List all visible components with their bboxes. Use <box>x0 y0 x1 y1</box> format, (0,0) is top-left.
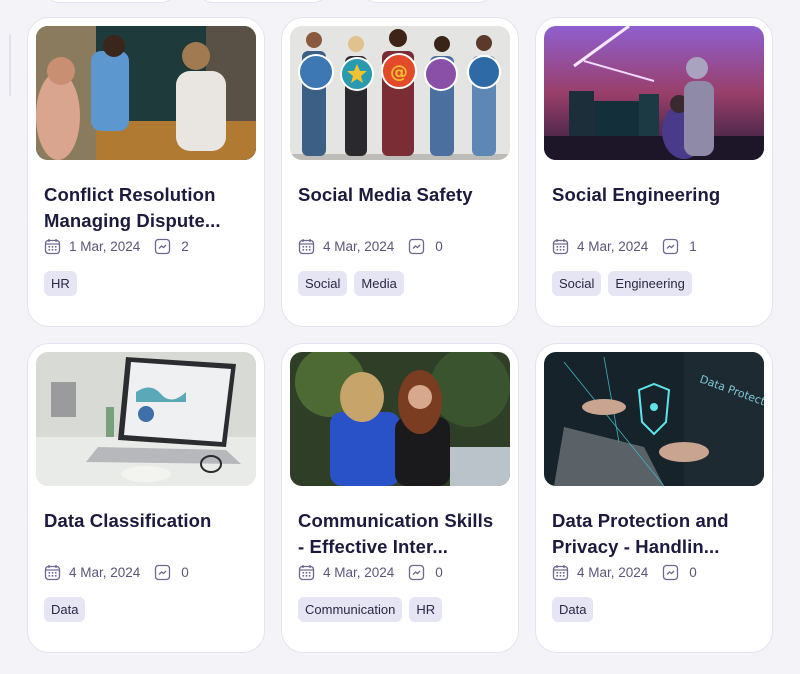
course-date: 1 Mar, 2024 <box>69 239 141 254</box>
trending-icon <box>662 564 679 581</box>
course-thumbnail <box>290 352 510 486</box>
course-card[interactable]: Data Classification 4 Mar, 2024 0 Data <box>27 343 265 653</box>
tag[interactable]: HR <box>409 597 443 622</box>
course-title: Data Protection and Privacy - Handlin... <box>552 510 729 557</box>
course-meta: 4 Mar, 2024 0 <box>552 564 764 581</box>
tag[interactable]: Social <box>298 271 348 296</box>
course-views: 0 <box>181 565 189 580</box>
tag[interactable]: Communication <box>298 597 403 622</box>
tag-list: Social Media <box>298 271 510 296</box>
tag-list: Social Engineering <box>552 271 764 296</box>
course-meta: 4 Mar, 2024 0 <box>298 564 510 581</box>
scroll-indicator[interactable] <box>9 34 11 96</box>
course-card[interactable]: @ Social Media Safety 4 Mar, 2024 0 Soci… <box>281 17 519 327</box>
tag-list: Data <box>552 597 764 622</box>
course-meta: 4 Mar, 2024 0 <box>44 564 256 581</box>
course-meta: 4 Mar, 2024 0 <box>298 238 510 255</box>
course-date: 4 Mar, 2024 <box>323 565 395 580</box>
calendar-icon <box>298 238 315 255</box>
course-date: 4 Mar, 2024 <box>69 565 141 580</box>
course-views: 1 <box>689 239 697 254</box>
trending-icon <box>408 238 425 255</box>
course-date: 4 Mar, 2024 <box>577 239 649 254</box>
tag-list: HR <box>44 271 256 296</box>
partial-card-above[interactable] <box>361 0 494 3</box>
calendar-icon <box>298 564 315 581</box>
trending-icon <box>154 564 171 581</box>
tag[interactable]: Data <box>44 597 86 622</box>
trending-icon <box>662 238 679 255</box>
course-title: Data Classification <box>44 510 212 531</box>
course-views: 2 <box>181 239 189 254</box>
calendar-icon <box>44 238 61 255</box>
course-card[interactable]: Social Engineering 4 Mar, 2024 1 Social … <box>535 17 773 327</box>
course-title: Communication Skills - Effective Inter..… <box>298 510 494 557</box>
calendar-icon <box>552 564 569 581</box>
trending-icon <box>154 238 171 255</box>
course-thumbnail <box>36 352 256 486</box>
calendar-icon <box>552 238 569 255</box>
tag[interactable]: Engineering <box>608 271 692 296</box>
course-card[interactable]: Communication Skills - Effective Inter..… <box>281 343 519 653</box>
course-thumbnail <box>544 26 764 160</box>
tag[interactable]: HR <box>44 271 77 296</box>
course-title: Conflict Resolution Managing Dispute... <box>44 184 221 231</box>
tag[interactable]: Data <box>552 597 594 622</box>
course-meta: 4 Mar, 2024 1 <box>552 238 764 255</box>
tag-list: Communication HR <box>298 597 510 622</box>
course-title: Social Media Safety <box>298 184 473 205</box>
tag-list: Data <box>44 597 256 622</box>
course-views: 0 <box>689 565 697 580</box>
course-card[interactable]: Conflict Resolution Managing Dispute... … <box>27 17 265 327</box>
trending-icon <box>408 564 425 581</box>
course-card[interactable]: Data Protection Data Protection and Priv… <box>535 343 773 653</box>
partial-card-above[interactable] <box>197 0 329 3</box>
course-thumbnail: Data Protection <box>544 352 764 486</box>
svg-text:@: @ <box>390 62 408 83</box>
course-views: 0 <box>435 565 443 580</box>
course-date: 4 Mar, 2024 <box>323 239 395 254</box>
tag[interactable]: Social <box>552 271 602 296</box>
partial-card-above[interactable] <box>44 0 177 3</box>
course-views: 0 <box>435 239 443 254</box>
course-thumbnail <box>36 26 256 160</box>
course-date: 4 Mar, 2024 <box>577 565 649 580</box>
course-grid: Conflict Resolution Managing Dispute... … <box>27 17 773 653</box>
course-thumbnail: @ <box>290 26 510 160</box>
course-title: Social Engineering <box>552 184 721 205</box>
calendar-icon <box>44 564 61 581</box>
course-meta: 1 Mar, 2024 2 <box>44 238 256 255</box>
tag[interactable]: Media <box>354 271 404 296</box>
